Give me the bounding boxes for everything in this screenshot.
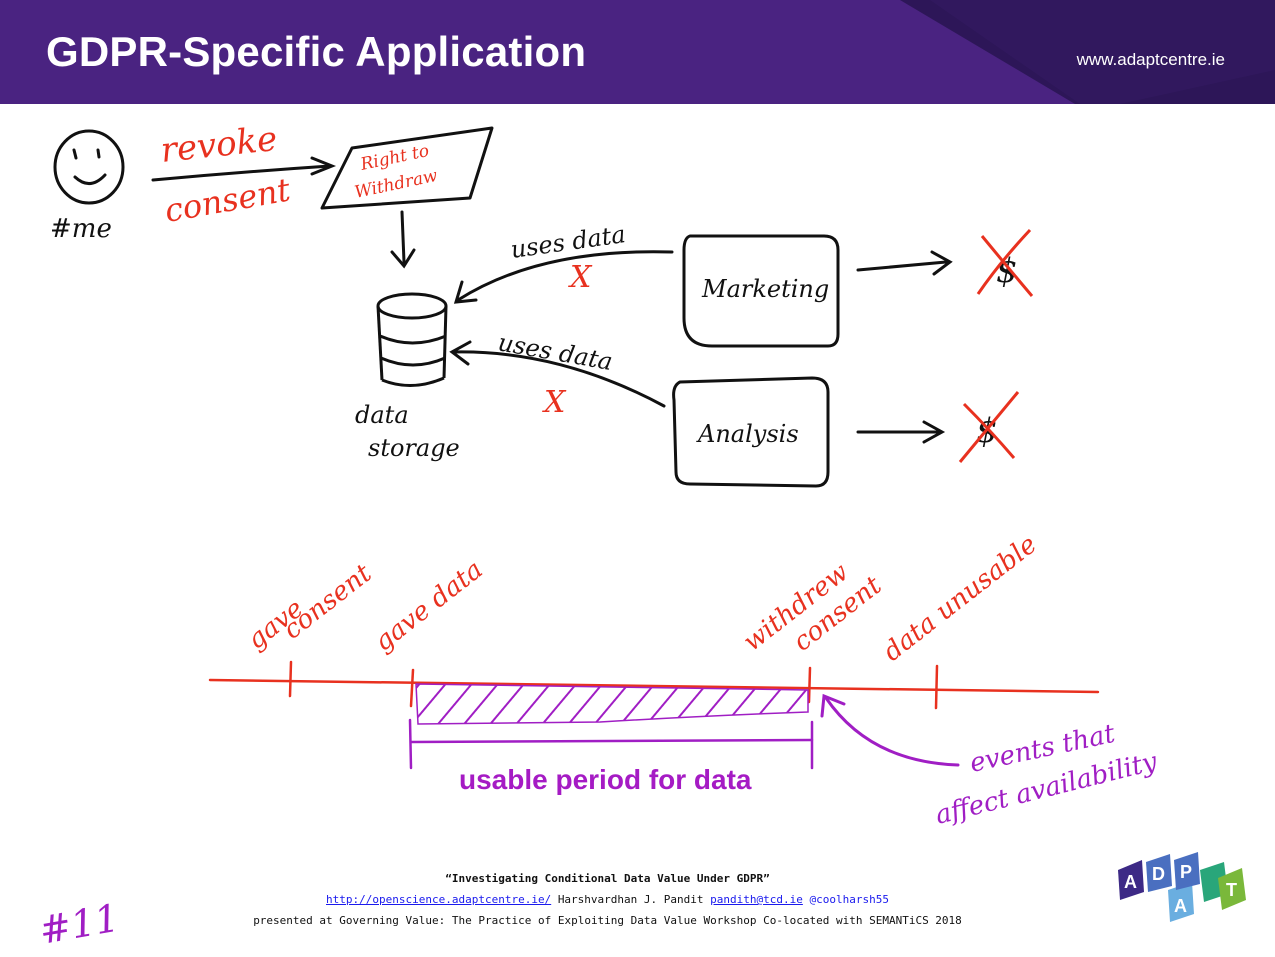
revoke-label: revoke (159, 119, 279, 171)
analysis-arrow (856, 420, 946, 444)
sketch-canvas: #me revoke consent Right to Withdraw dat… (50, 119, 1160, 831)
svg-text:P: P (1180, 862, 1192, 882)
me-label: #me (50, 214, 112, 244)
opensience-link[interactable]: http://openscience.adaptcentre.ie/ (326, 893, 551, 906)
marketing-box: Marketing (682, 234, 840, 348)
site-url: www.adaptcentre.ie (1076, 50, 1225, 69)
events-arrow (820, 693, 960, 767)
usable-period-hatch (415, 683, 809, 725)
database-icon (376, 292, 448, 388)
twitter-handle: @coolharsh55 (809, 893, 889, 906)
analysis-label: Analysis (696, 420, 799, 448)
cross-top: X (568, 260, 593, 295)
svg-text:A: A (1174, 896, 1187, 916)
data-label: data (355, 401, 409, 429)
presented-at: presented at Governing Value: The Practi… (253, 914, 962, 927)
paper-title: “Investigating Conditional Data Value Un… (445, 872, 770, 885)
gave-data-label: gave data (369, 555, 489, 658)
cross-bottom: X (542, 385, 567, 420)
adapt-logo: A D A P T (1118, 852, 1246, 922)
dollar-crossed-analysis-icon: $ (958, 391, 1020, 463)
data-unusable-label: data unusable (878, 529, 1043, 667)
storage-label: storage (368, 434, 460, 462)
slide-title: GDPR-Specific Application (46, 28, 587, 75)
footer-credits: http://openscience.adaptcentre.ie/ Harsh… (0, 893, 1215, 906)
uses-data-bottom-label: uses data (496, 328, 615, 376)
smiley-face-icon (53, 129, 125, 205)
svg-text:D: D (1152, 864, 1165, 884)
slide-number: #11 (36, 900, 123, 953)
usable-period-label: usable period for data (459, 764, 752, 795)
down-arrow (390, 210, 416, 269)
analysis-box: Analysis (672, 376, 830, 488)
marketing-arrow (856, 250, 953, 276)
marketing-label: Marketing (701, 275, 829, 303)
author-name: Harshvardhan J. Pandit (557, 893, 704, 906)
header-bar: GDPR-Specific Application www.adaptcentr… (0, 0, 1275, 104)
uses-data-top-arrow (453, 250, 674, 304)
svg-text:T: T (1226, 880, 1237, 900)
right-to-withdraw-box: Right to Withdraw (320, 126, 494, 210)
svg-text:A: A (1124, 872, 1137, 892)
consent-label: consent (162, 170, 293, 229)
email-link[interactable]: pandith@tcd.ie (710, 893, 803, 906)
usable-period-bracket (408, 718, 814, 770)
dollar-crossed-marketing-icon: $ (976, 228, 1034, 297)
